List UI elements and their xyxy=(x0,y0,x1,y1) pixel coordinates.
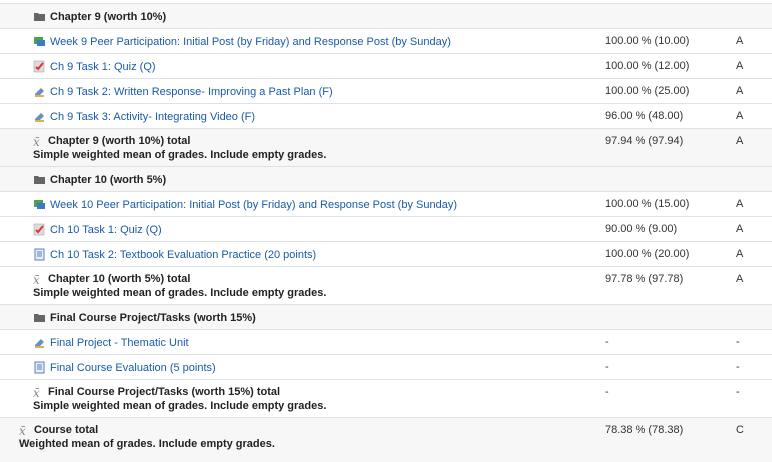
category-label: Chapter 10 (worth 5%) xyxy=(50,173,167,186)
grade-percent: 100.00 % (15.00) xyxy=(605,198,690,210)
grade-percent: 96.00 % (48.00) xyxy=(605,110,684,122)
grade-row: Final Project - Thematic Unit - - xyxy=(0,329,772,354)
grade-letter: A xyxy=(736,198,744,210)
aggregation-description: Simple weighted mean of grades. Include … xyxy=(33,400,327,412)
grade-letter: - xyxy=(736,361,740,373)
total-letter: A xyxy=(736,273,744,285)
grade-letter: A xyxy=(736,60,744,72)
folder-icon xyxy=(33,311,46,324)
grade-letter: A xyxy=(736,248,744,260)
document-icon xyxy=(33,248,46,261)
assignment-icon xyxy=(33,110,46,123)
total-letter: - xyxy=(736,386,740,398)
folder-icon xyxy=(33,10,46,23)
grade-row: Ch 10 Task 1: Quiz (Q) 90.00 % (9.00) A xyxy=(0,216,772,241)
category-total-row-chapter9: x̄ Chapter 9 (worth 10%) total Simple we… xyxy=(0,128,772,166)
grade-item-link[interactable]: Week 10 Peer Participation: Initial Post… xyxy=(50,199,457,211)
total-label: Chapter 9 (worth 10%) total xyxy=(48,135,191,147)
category-total-row-chapter10: x̄ Chapter 10 (worth 5%) total Simple we… xyxy=(0,266,772,304)
grade-item-link[interactable]: Final Course Evaluation (5 points) xyxy=(50,362,216,374)
grade-percent: 100.00 % (12.00) xyxy=(605,60,690,72)
grade-row: Ch 10 Task 2: Textbook Evaluation Practi… xyxy=(0,241,772,266)
grade-item-link[interactable]: Ch 10 Task 1: Quiz (Q) xyxy=(50,224,162,236)
grade-percent: - xyxy=(605,336,609,348)
calculation-icon: x̄ xyxy=(33,272,40,287)
course-total-letter: C xyxy=(736,424,744,436)
folder-icon xyxy=(33,173,46,186)
course-total-row: x̄ Course total Weighted mean of grades.… xyxy=(0,417,772,462)
total-percent: 97.94 % (97.94) xyxy=(605,135,684,147)
calculation-icon: x̄ xyxy=(33,385,40,400)
grade-item-link[interactable]: Ch 9 Task 3: Activity- Integrating Video… xyxy=(50,111,255,123)
grade-letter: A xyxy=(736,85,744,97)
category-row-chapter10: Chapter 10 (worth 5%) xyxy=(0,166,772,191)
total-letter: A xyxy=(736,135,744,147)
grade-row: Ch 9 Task 1: Quiz (Q) 100.00 % (12.00) A xyxy=(0,53,772,78)
grade-item-link[interactable]: Week 9 Peer Participation: Initial Post … xyxy=(50,36,451,48)
course-total-percent: 78.38 % (78.38) xyxy=(605,424,684,436)
grade-letter: A xyxy=(736,35,744,47)
assignment-icon xyxy=(33,336,46,349)
grade-letter: - xyxy=(736,336,740,348)
grade-row: Week 9 Peer Participation: Initial Post … xyxy=(0,28,772,53)
total-label: Final Course Project/Tasks (worth 15%) t… xyxy=(48,386,281,398)
aggregation-description: Simple weighted mean of grades. Include … xyxy=(33,287,327,299)
document-icon xyxy=(33,361,46,374)
grade-percent: 90.00 % (9.00) xyxy=(605,223,678,235)
grade-item-link[interactable]: Ch 10 Task 2: Textbook Evaluation Practi… xyxy=(50,249,316,261)
grade-percent: 100.00 % (25.00) xyxy=(605,85,690,97)
grade-percent: - xyxy=(605,361,609,373)
category-label: Final Course Project/Tasks (worth 15%) xyxy=(50,311,256,324)
forum-icon xyxy=(33,198,46,211)
grade-row: Ch 9 Task 3: Activity- Integrating Video… xyxy=(0,103,772,128)
aggregation-description: Simple weighted mean of grades. Include … xyxy=(33,149,327,161)
category-row-chapter9: Chapter 9 (worth 10%) xyxy=(0,3,772,28)
quiz-icon xyxy=(33,223,46,236)
grade-row: Week 10 Peer Participation: Initial Post… xyxy=(0,191,772,216)
total-percent: - xyxy=(605,386,609,398)
grade-letter: A xyxy=(736,223,744,235)
quiz-icon xyxy=(33,60,46,73)
category-row-final-project: Final Course Project/Tasks (worth 15%) xyxy=(0,304,772,329)
total-label: Chapter 10 (worth 5%) total xyxy=(48,273,191,285)
grade-percent: 100.00 % (20.00) xyxy=(605,248,690,260)
course-total-label: Course total xyxy=(34,424,99,436)
grade-item-link[interactable]: Final Project - Thematic Unit xyxy=(50,337,189,349)
grade-item-link[interactable]: Ch 9 Task 2: Written Response- Improving… xyxy=(50,86,333,98)
category-label: Chapter 9 (worth 10%) xyxy=(50,10,167,23)
grade-percent: 100.00 % (10.00) xyxy=(605,35,690,47)
grade-letter: A xyxy=(736,110,744,122)
course-total-description: Weighted mean of grades. Include empty g… xyxy=(19,438,275,450)
forum-icon xyxy=(33,35,46,48)
grade-row: Ch 9 Task 2: Written Response- Improving… xyxy=(0,78,772,103)
category-total-row-final-project: x̄ Final Course Project/Tasks (worth 15%… xyxy=(0,379,772,417)
grade-item-link[interactable]: Ch 9 Task 1: Quiz (Q) xyxy=(50,61,156,73)
assignment-icon xyxy=(33,85,46,98)
calculation-icon: x̄ xyxy=(19,423,26,438)
grade-row: Final Course Evaluation (5 points) - - xyxy=(0,354,772,379)
calculation-icon: x̄ xyxy=(33,134,40,149)
total-percent: 97.78 % (97.78) xyxy=(605,273,684,285)
